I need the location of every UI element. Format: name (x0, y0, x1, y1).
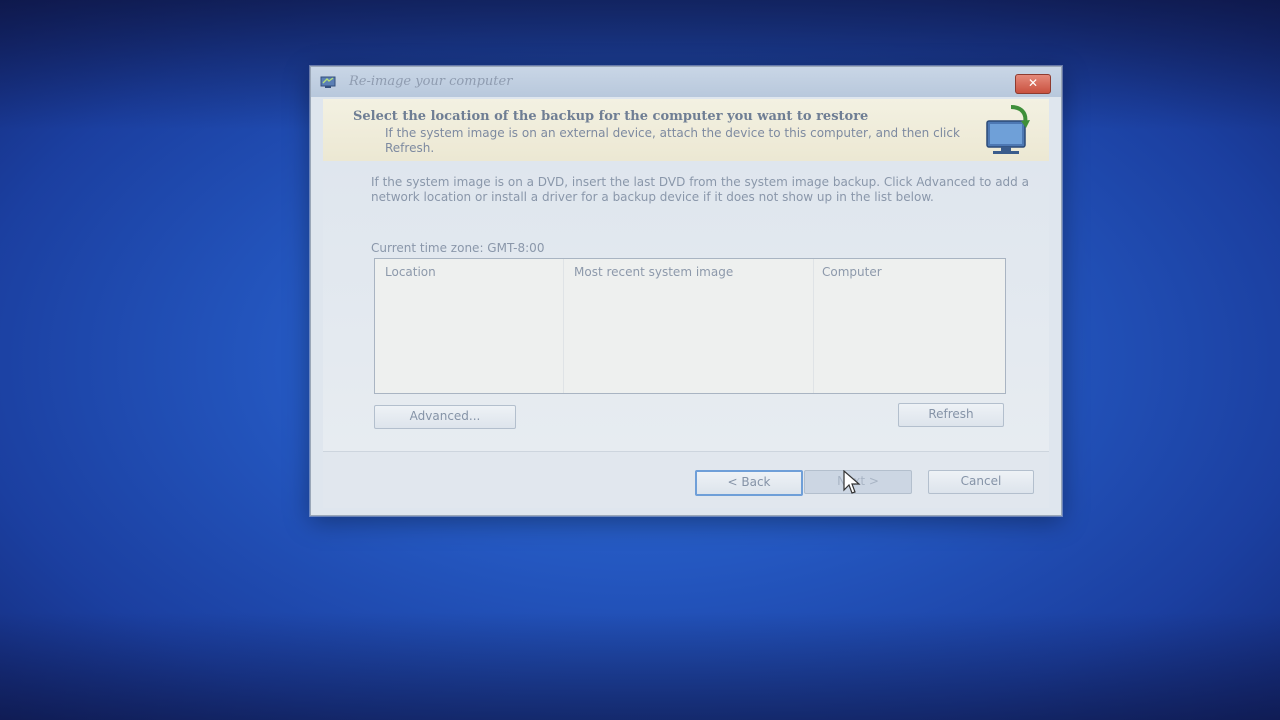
wizard-body: If the system image is on a DVD, insert … (323, 161, 1049, 451)
title-bar[interactable]: Re-image your computer ✕ (311, 67, 1061, 97)
backup-location-list[interactable]: Location Most recent system image Comput… (374, 258, 1006, 394)
page-title: Select the location of the backup for th… (353, 109, 869, 124)
computer-restore-icon (986, 105, 1030, 154)
window-title: Re-image your computer (349, 74, 513, 89)
reimage-dialog: Re-image your computer ✕ Select the loca… (310, 66, 1062, 516)
advanced-button[interactable]: Advanced... (374, 405, 516, 429)
column-header-computer[interactable]: Computer (822, 265, 882, 279)
wizard-footer: < Back Next > Cancel (323, 451, 1049, 508)
column-header-most-recent-image[interactable]: Most recent system image (574, 265, 733, 279)
backup-app-icon (320, 76, 336, 88)
instructions-text: If the system image is on a DVD, insert … (371, 175, 1029, 204)
column-separator (563, 259, 564, 393)
refresh-button[interactable]: Refresh (898, 403, 1004, 427)
mouse-cursor-icon (843, 470, 861, 494)
column-separator (813, 259, 814, 393)
column-header-location[interactable]: Location (385, 265, 436, 279)
wizard-header: Select the location of the backup for th… (323, 99, 1049, 162)
close-button[interactable]: ✕ (1015, 74, 1051, 94)
page-description: If the system image is on an external de… (385, 126, 960, 155)
timezone-label: Current time zone: GMT-8:00 (371, 241, 545, 255)
back-button[interactable]: < Back (695, 470, 803, 496)
cancel-button[interactable]: Cancel (928, 470, 1034, 494)
